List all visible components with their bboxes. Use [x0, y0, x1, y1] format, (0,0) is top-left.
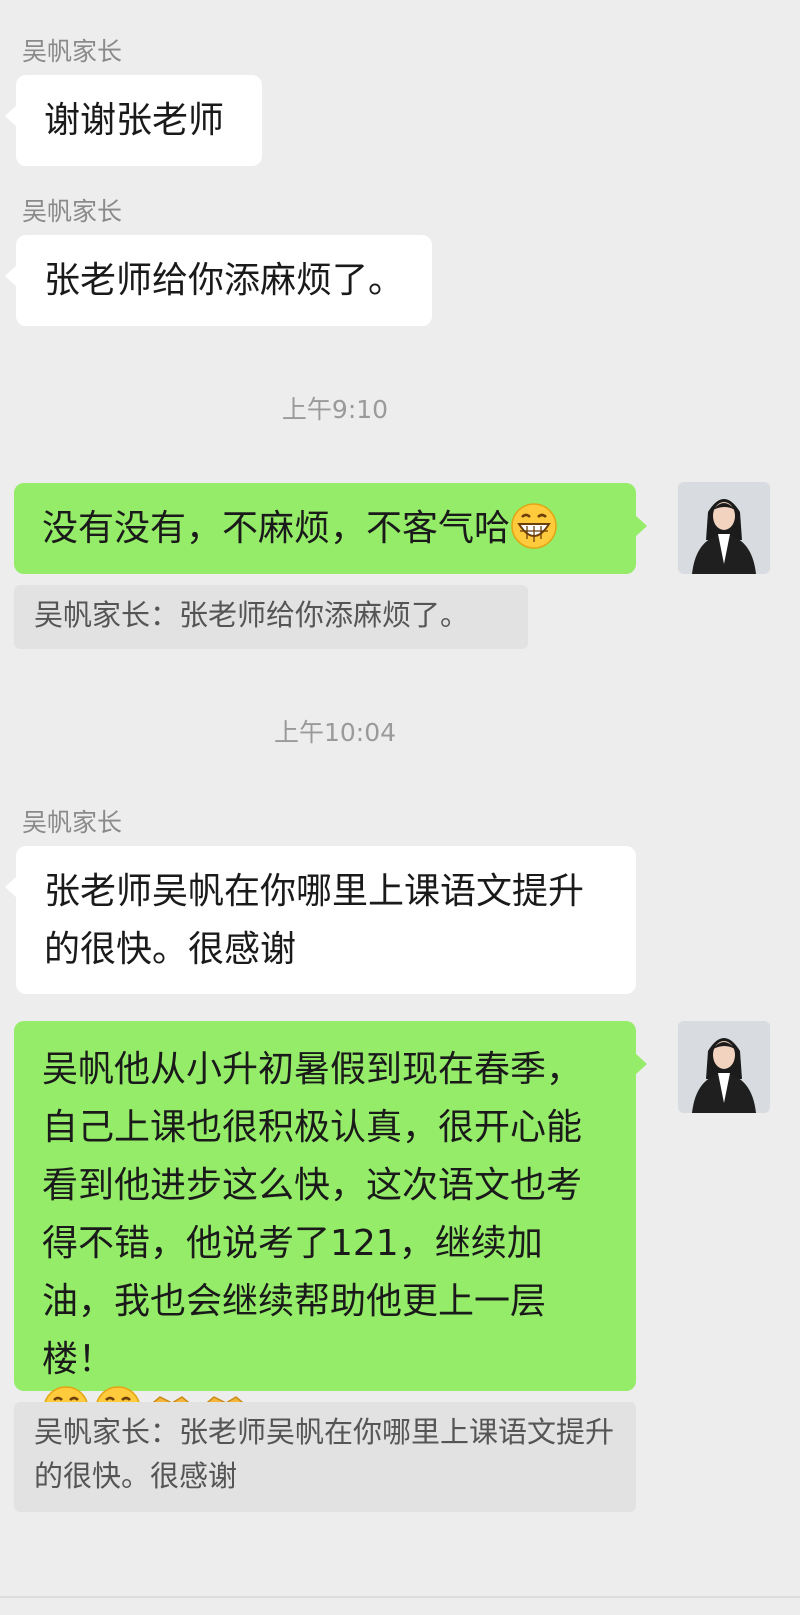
teacher-avatar[interactable] [678, 1021, 770, 1113]
quote-text: 吴帆家长：张老师给你添麻烦了。 [34, 598, 470, 632]
timestamp: 上午9:10 [281, 395, 389, 424]
incoming-message-bubble[interactable]: 张老师吴帆在你哪里上课语文提升的很快。很感谢 [5, 846, 636, 994]
message-text: 没有没有，不麻烦，不客气哈 [42, 508, 511, 549]
quoted-reply[interactable]: 吴帆家长：张老师吴帆在你哪里上课语文提升的很快。很感谢 [14, 1402, 636, 1512]
message-text: 张老师吴帆在你哪里上课语文提升的很快。很感谢 [44, 871, 585, 970]
divider [0, 1596, 800, 1598]
message-text: 张老师给你添麻烦了。 [44, 260, 405, 301]
teacher-avatar[interactable] [678, 482, 770, 574]
sender-name: 吴帆家长 [22, 197, 123, 226]
outgoing-message-bubble[interactable]: 吴帆他从小升初暑假到现在春季，自己上课也很积极认真，很开心能看到他进步这么快，这… [14, 1021, 647, 1432]
quote-text: 吴帆家长：张老师吴帆在你哪里上课语文提升的很快。很感谢 [34, 1415, 615, 1493]
chat-view: 吴帆家长 谢谢张老师 吴帆家长 张老师给你添麻烦了。 上午9:10 没有没有，不… [0, 0, 800, 1615]
sender-name: 吴帆家长 [22, 808, 123, 837]
incoming-message-bubble[interactable]: 谢谢张老师 [5, 75, 262, 166]
outgoing-message-bubble[interactable]: 没有没有，不麻烦，不客气哈 [14, 483, 647, 574]
message-text: 吴帆他从小升初暑假到现在春季，自己上课也很积极认真，很开心能看到他进步这么快，这… [42, 1049, 583, 1380]
quoted-reply[interactable]: 吴帆家长：张老师给你添麻烦了。 [14, 585, 528, 649]
grin-emoji-icon [510, 502, 558, 568]
sender-name: 吴帆家长 [22, 37, 123, 66]
message-text: 谢谢张老师 [44, 100, 225, 141]
timestamp: 上午10:04 [273, 718, 397, 747]
incoming-message-bubble[interactable]: 张老师给你添麻烦了。 [5, 235, 432, 326]
